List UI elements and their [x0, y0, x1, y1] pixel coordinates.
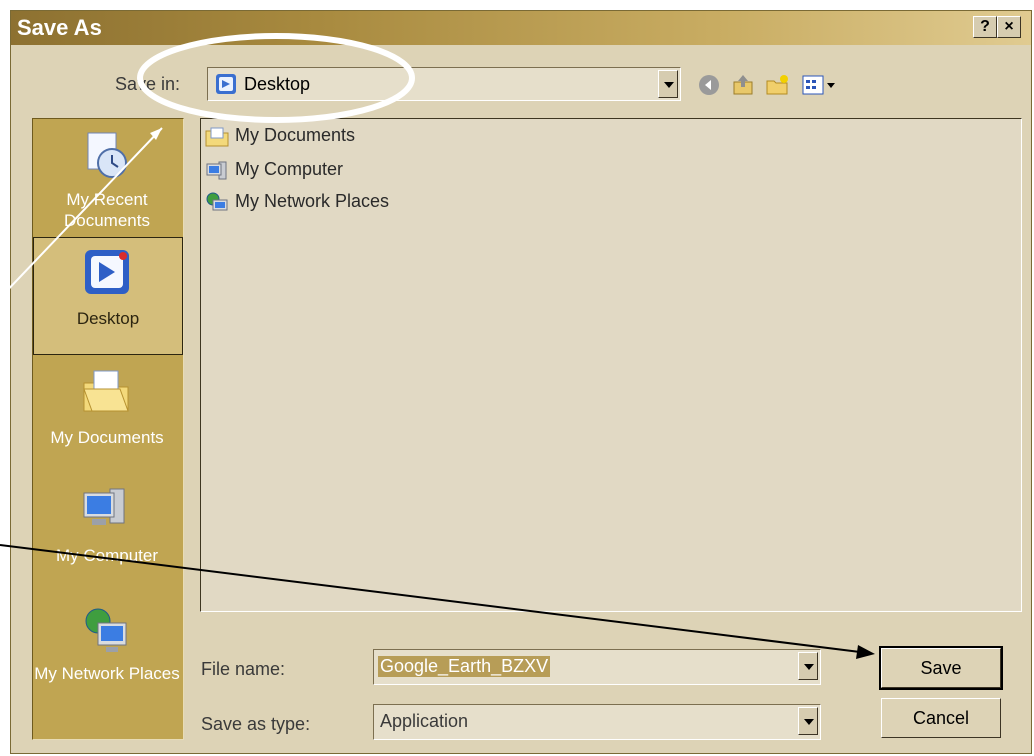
- file-name-label: File name:: [201, 659, 286, 679]
- save-button[interactable]: Save: [879, 646, 1003, 690]
- file-label: My Documents: [235, 125, 356, 145]
- place-desktop[interactable]: Desktop: [33, 237, 183, 355]
- my-computer-icon: [83, 488, 125, 525]
- places-bar: My Recent Documents Desktop My Documents: [32, 118, 184, 740]
- view-menu-icon[interactable]: [801, 73, 837, 97]
- my-documents-icon: [83, 370, 129, 412]
- desktop-icon: [85, 250, 129, 294]
- file-label: My Network Places: [235, 191, 390, 211]
- file-name-value: Google_Earth_BZXV: [378, 656, 551, 677]
- file-name-field[interactable]: Google_Earth_BZXV: [373, 649, 821, 685]
- save-in-value: Desktop: [244, 74, 311, 94]
- file-name-dropdown-button[interactable]: [798, 652, 818, 680]
- save-as-type-label: Save as type:: [201, 714, 311, 734]
- help-button[interactable]: ?: [973, 16, 997, 38]
- place-label: My Network Places: [34, 664, 180, 683]
- save-in-label: Save in:: [115, 74, 181, 94]
- file-list[interactable]: My Documents My Computer My Network Plac…: [200, 118, 1022, 612]
- save-as-type-select[interactable]: Application: [373, 704, 821, 740]
- place-my-network-places[interactable]: My Network Places: [33, 591, 183, 709]
- place-label: My Recent Documents: [64, 190, 150, 230]
- place-label: Desktop: [76, 309, 140, 328]
- new-folder-icon[interactable]: [765, 73, 789, 97]
- computer-icon: [206, 161, 227, 180]
- save-in-dropdown-button[interactable]: [658, 70, 678, 98]
- place-label: My Computer: [55, 546, 159, 565]
- recent-documents-icon: [87, 132, 127, 178]
- place-my-recent-documents[interactable]: My Recent Documents: [33, 119, 183, 237]
- up-folder-icon[interactable]: [731, 73, 755, 97]
- save-as-type-value: Application: [380, 711, 469, 731]
- title-bar[interactable]: Save As ? ×: [11, 11, 1031, 45]
- close-button[interactable]: ×: [997, 16, 1021, 38]
- save-as-type-dropdown-button[interactable]: [798, 707, 818, 735]
- network-places-icon: [85, 608, 127, 652]
- network-icon: [206, 192, 228, 211]
- file-label: My Computer: [235, 159, 344, 179]
- save-as-dialog: Save As ? × Save in: Desktop My Recent D…: [10, 10, 1032, 754]
- folder-icon: [205, 127, 229, 147]
- place-my-documents[interactable]: My Documents: [33, 355, 183, 473]
- back-icon[interactable]: [697, 73, 721, 97]
- place-my-computer[interactable]: My Computer: [33, 473, 183, 591]
- desktop-icon: [216, 74, 236, 94]
- dialog-title: Save As: [17, 15, 102, 40]
- place-label: My Documents: [50, 428, 164, 447]
- cancel-button[interactable]: Cancel: [881, 698, 1001, 738]
- save-in-combo[interactable]: Desktop: [207, 67, 681, 101]
